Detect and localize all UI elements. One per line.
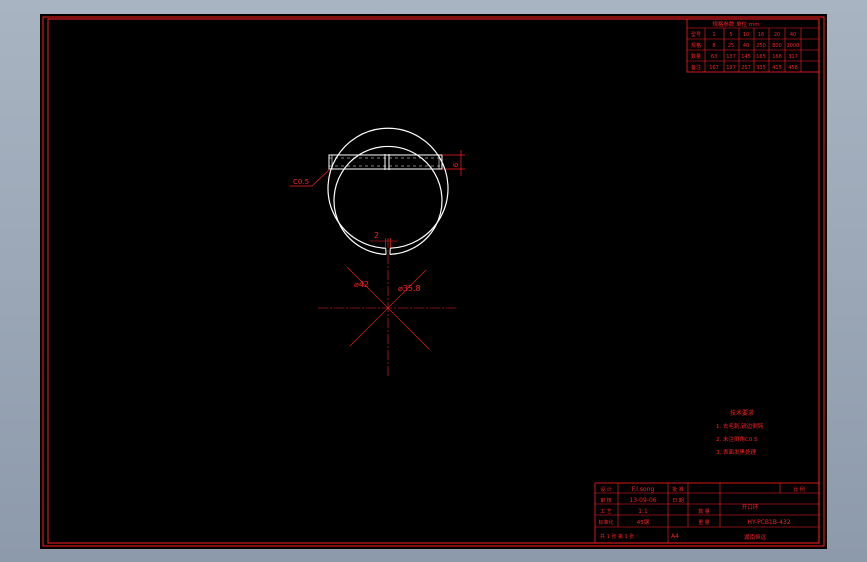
note-item: 2. 未注倒角C0.5 — [716, 435, 758, 443]
spec-cell: 备注 — [691, 64, 701, 71]
note-item: 3. 表面发黑处理 — [716, 448, 756, 456]
gap-dimension: 2 — [370, 231, 398, 248]
weight-label: 重 量 — [698, 519, 710, 526]
date: 13-09-06 — [629, 497, 656, 504]
spec-cell: 8 — [712, 43, 715, 49]
tb-label: 审 核 — [600, 497, 612, 504]
spec-cell: 数量 — [691, 53, 701, 60]
ring-side-view[interactable] — [328, 154, 443, 170]
spec-cell: 800 — [772, 43, 782, 49]
spec-cell: 5 — [729, 32, 732, 38]
spec-table-title: 规格参数 单位:mm — [712, 20, 759, 28]
note-item: 1. 去毛刺,锐边倒钝 — [716, 422, 764, 430]
scale-label: 比 例 — [793, 486, 805, 493]
thickness-label: 6 — [452, 162, 460, 167]
tb-label: 设 计 — [600, 486, 612, 493]
spec-cell: 40 — [790, 32, 796, 38]
spec-cell: 317 — [788, 54, 798, 60]
scale-value: 1:1 — [638, 508, 648, 515]
tb-label: 工 艺 — [600, 509, 612, 515]
chamfer-label: C0.5 — [293, 178, 309, 186]
spec-cell: 型号 — [691, 31, 701, 38]
spec-cell: 63 — [711, 54, 717, 60]
spec-cell: 167 — [709, 65, 719, 71]
spec-cell: 250 — [756, 43, 766, 49]
spec-cell: 165 — [756, 54, 766, 60]
title-block: 设 计 审 核 工 艺 标准化 批 准 日 期 F.l.song 13-09-0… — [594, 482, 820, 544]
spec-cell: 458 — [788, 65, 798, 71]
ring-front-view[interactable] — [327, 127, 449, 255]
tb-label: 日 期 — [672, 498, 684, 504]
sheet-info: 共 1 张 第 1 张 — [600, 533, 634, 540]
material: 45钢 — [637, 518, 650, 526]
chamfer-leader: C0.5 — [290, 168, 331, 187]
gap-label: 2 — [374, 231, 379, 240]
spec-cell: 16 — [758, 32, 764, 38]
part-name: 开口环 — [742, 504, 759, 511]
outer-border — [42, 16, 825, 547]
spec-cell: 25 — [728, 43, 734, 49]
spec-cell: 1 — [712, 32, 715, 38]
inner-border — [47, 18, 820, 544]
spec-cell: 415 — [772, 65, 782, 71]
qty-label: 数 量 — [698, 508, 710, 515]
designer: F.l.song — [632, 486, 655, 493]
spec-cell: 2000 — [787, 43, 800, 49]
spec-table: 规格参数 单位:mm 型号 1 5 10 16 20 40 规格 8 25 40… — [686, 18, 820, 73]
outer-diameter-label: ⌀42 — [354, 280, 369, 289]
technical-notes: 技术要求 1. 去毛刺,锐边倒钝 2. 未注倒角C0.5 3. 表面发黑处理 — [716, 409, 764, 456]
spec-cell: 规格 — [691, 42, 701, 49]
tb-label: 标准化 — [598, 519, 613, 526]
spec-cell: 335 — [756, 65, 766, 71]
inner-diameter-label: ⌀35.8 — [398, 284, 421, 293]
spec-cell: 40 — [743, 43, 749, 49]
drawing-number: HY-PCB1B-432 — [747, 519, 790, 526]
spec-cell: 166 — [772, 54, 782, 60]
spec-cell: 20 — [774, 32, 780, 38]
spec-cell: 137 — [726, 54, 736, 60]
spec-cell: 145 — [741, 54, 751, 60]
spec-cell: 257 — [741, 65, 751, 71]
spec-cell: 10 — [743, 32, 749, 38]
sheet-size: A4 — [671, 533, 679, 540]
drawing-viewport[interactable]: 规格参数 单位:mm 型号 1 5 10 16 20 40 规格 8 25 40… — [40, 14, 827, 549]
tb-label: 批 准 — [672, 486, 684, 493]
cad-drawing: 规格参数 单位:mm 型号 1 5 10 16 20 40 规格 8 25 40… — [42, 16, 825, 547]
spec-cell: 197 — [726, 65, 736, 71]
company-name: 湖南恒远 — [744, 533, 767, 541]
notes-title: 技术要求 — [730, 409, 754, 417]
